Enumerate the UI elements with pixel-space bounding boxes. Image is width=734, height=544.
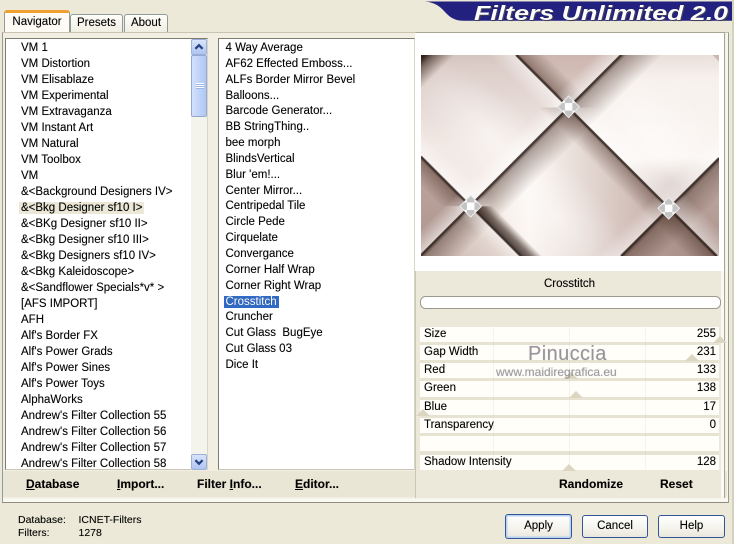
svg-text:Filters Unlimited 2.0: Filters Unlimited 2.0	[474, 3, 728, 23]
